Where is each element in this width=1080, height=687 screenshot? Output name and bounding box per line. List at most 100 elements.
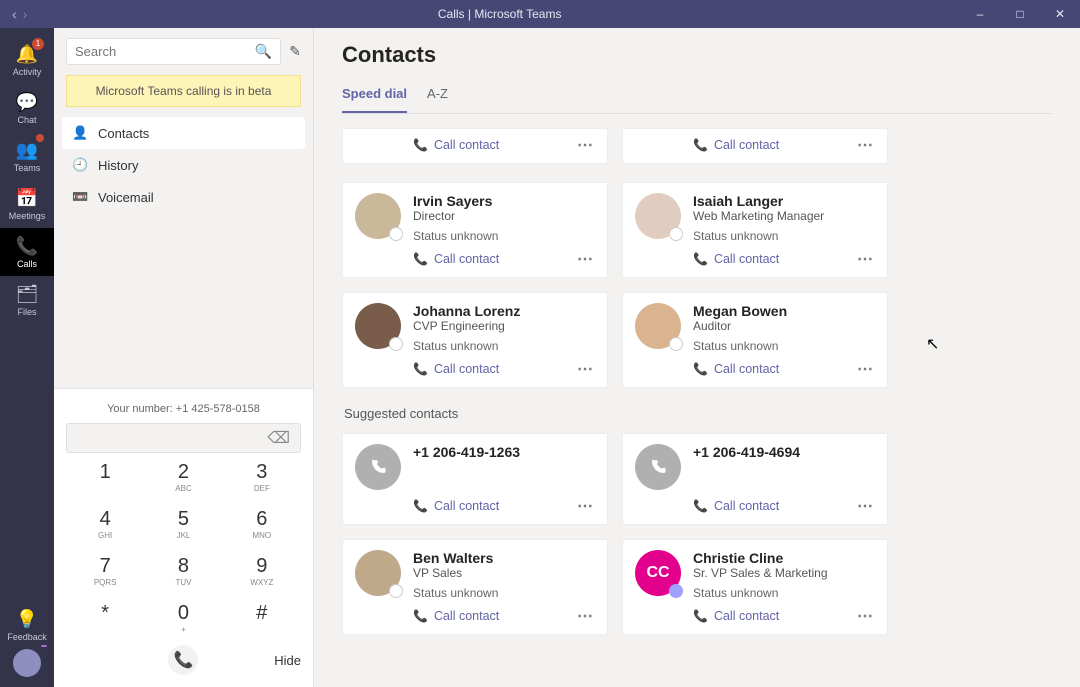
keypad-letters: PQRS	[66, 578, 144, 588]
contact-name: Johanna Lorenz	[413, 303, 520, 319]
rail-meetings[interactable]: 📅 Meetings	[0, 180, 54, 228]
more-options-button[interactable]: ⋯	[577, 359, 595, 379]
call-contact-button[interactable]: 📞Call contact	[693, 252, 779, 266]
phone-icon: 📞	[413, 138, 428, 152]
rail-teams[interactable]: 👥 Teams	[0, 132, 54, 180]
keypad: 12ABC3DEF 4GHI5JKL6MNO 7PQRS8TUV9WXYZ *0+#	[66, 461, 301, 635]
compose-button[interactable]: ✎	[289, 43, 301, 60]
presence-indicator	[389, 227, 403, 241]
keypad-letters	[66, 484, 144, 494]
your-number-label: Your number: +1 425-578-0158	[66, 397, 301, 423]
contact-card[interactable]: Johanna LorenzCVP Engineering Status unkn…	[342, 292, 608, 388]
chat-icon: 💬	[0, 92, 54, 113]
files-icon: 🗂	[0, 284, 54, 305]
rail-activity[interactable]: 🔔 Activity 1	[0, 36, 54, 84]
more-options-button[interactable]: ⋯	[857, 496, 875, 516]
keypad-key-6[interactable]: 6MNO	[223, 508, 301, 541]
phone-avatar-icon	[635, 444, 681, 490]
bell-icon: 🔔	[0, 44, 54, 65]
more-options-button[interactable]: ⋯	[577, 496, 595, 516]
more-options-button[interactable]: ⋯	[857, 606, 875, 626]
app-rail: 🔔 Activity 1 💬 Chat 👥 Teams 📅 Meetings 📞…	[0, 28, 54, 687]
keypad-letters: WXYZ	[223, 578, 301, 588]
rail-label: Chat	[17, 115, 36, 125]
contact-card[interactable]: +1 206-419-1263📞Call contact⋯	[342, 433, 608, 525]
call-contact-button[interactable]: 📞Call contact	[413, 362, 499, 376]
nav-voicemail[interactable]: 📼 Voicemail	[62, 181, 305, 213]
tab-a-z[interactable]: A-Z	[427, 86, 448, 113]
rail-files[interactable]: 🗂 Files	[0, 276, 54, 324]
search-input[interactable]	[75, 44, 255, 59]
rail-chat[interactable]: 💬 Chat	[0, 84, 54, 132]
user-avatar[interactable]	[13, 649, 41, 677]
keypad-key-#[interactable]: #	[223, 602, 301, 635]
keypad-key-5[interactable]: 5JKL	[144, 508, 222, 541]
contact-status: Status unknown	[413, 339, 520, 353]
nav-forward-button[interactable]: ›	[23, 6, 28, 22]
call-contact-button[interactable]: 📞Call contact	[693, 499, 779, 513]
contact-card[interactable]: Ben WaltersVP SalesStatus unknown📞Call c…	[342, 539, 608, 635]
main-content: Contacts Speed dial A-Z 📞Call contact⋯📞C…	[314, 28, 1080, 687]
call-contact-button[interactable]: 📞Call contact	[413, 138, 499, 152]
rail-calls[interactable]: 📞 Calls	[0, 228, 54, 276]
backspace-icon[interactable]: ⌫	[267, 428, 290, 448]
hide-dialpad-button[interactable]: Hide	[223, 653, 301, 668]
more-options-button[interactable]: ⋯	[577, 606, 595, 626]
keypad-key-9[interactable]: 9WXYZ	[223, 555, 301, 588]
keypad-key-2[interactable]: 2ABC	[144, 461, 222, 494]
search-box[interactable]: 🔍	[66, 38, 281, 65]
calls-nav: 👤 Contacts 🕘 History 📼 Voicemail	[54, 117, 313, 213]
contact-name: +1 206-419-4694	[693, 444, 800, 460]
nav-contacts[interactable]: 👤 Contacts	[62, 117, 305, 149]
dial-call-button[interactable]: 📞	[144, 645, 222, 675]
call-contact-button[interactable]: 📞Call contact	[693, 138, 779, 152]
phone-icon: 📞	[693, 138, 708, 152]
more-options-button[interactable]: ⋯	[577, 249, 595, 269]
more-options-button[interactable]: ⋯	[857, 249, 875, 269]
contact-card[interactable]: Megan BowenAuditorStatus unknown📞Call co…	[622, 292, 888, 388]
keypad-key-7[interactable]: 7PQRS	[66, 555, 144, 588]
rail-label: Meetings	[9, 211, 46, 221]
call-contact-button[interactable]: 📞Call contact	[693, 609, 779, 623]
call-contact-button[interactable]: 📞Call contact	[413, 252, 499, 266]
contact-card[interactable]: Irvin SayersDirectorStatus unknown📞Call …	[342, 182, 608, 278]
keypad-digit: 3	[223, 461, 301, 484]
rail-feedback[interactable]: 💡 Feedback	[0, 601, 54, 649]
avatar	[635, 193, 681, 239]
keypad-key-0[interactable]: 0+	[144, 602, 222, 635]
phone-icon: 📞	[0, 236, 54, 257]
dial-input[interactable]: ⌫	[66, 423, 301, 453]
keypad-key-1[interactable]: 1	[66, 461, 144, 494]
more-options-button[interactable]: ⋯	[857, 135, 875, 155]
tab-speed-dial[interactable]: Speed dial	[342, 86, 407, 113]
keypad-digit: 1	[66, 461, 144, 484]
contact-card[interactable]: +1 206-419-4694 📞Call contact ⋯	[622, 433, 888, 525]
keypad-key-4[interactable]: 4GHI	[66, 508, 144, 541]
call-contact-button[interactable]: 📞Call contact	[693, 362, 779, 376]
call-contact-button[interactable]: 📞Call contact	[413, 609, 499, 623]
more-options-button[interactable]: ⋯	[857, 359, 875, 379]
keypad-key-8[interactable]: 8TUV	[144, 555, 222, 588]
keypad-digit: 9	[223, 555, 301, 578]
nav-back-button[interactable]: ‹	[12, 6, 17, 22]
nav-history[interactable]: 🕘 History	[62, 149, 305, 181]
contacts-icon: 👤	[72, 125, 88, 141]
keypad-key-3[interactable]: 3DEF	[223, 461, 301, 494]
contact-card[interactable]: CCChristie ClineSr. VP Sales & Marketing…	[622, 539, 888, 635]
contact-card-stub[interactable]: 📞Call contact ⋯	[622, 128, 888, 164]
close-button[interactable]: ✕	[1040, 7, 1080, 21]
contact-card[interactable]: Isaiah LangerWeb Marketing ManagerStatus…	[622, 182, 888, 278]
avatar	[355, 550, 401, 596]
calendar-icon: 📅	[0, 188, 54, 209]
minimize-button[interactable]: –	[960, 7, 1000, 21]
contact-role: CVP Engineering	[413, 319, 520, 333]
rail-label: Feedback	[7, 632, 47, 642]
presence-indicator	[669, 584, 683, 598]
maximize-button[interactable]: □	[1000, 7, 1040, 21]
contact-card-stub[interactable]: 📞Call contact ⋯	[342, 128, 608, 164]
more-options-button[interactable]: ⋯	[577, 135, 595, 155]
keypad-key-*[interactable]: *	[66, 602, 144, 635]
presence-indicator	[389, 584, 403, 598]
call-contact-button[interactable]: 📞Call contact	[413, 499, 499, 513]
keypad-digit: #	[223, 602, 301, 625]
